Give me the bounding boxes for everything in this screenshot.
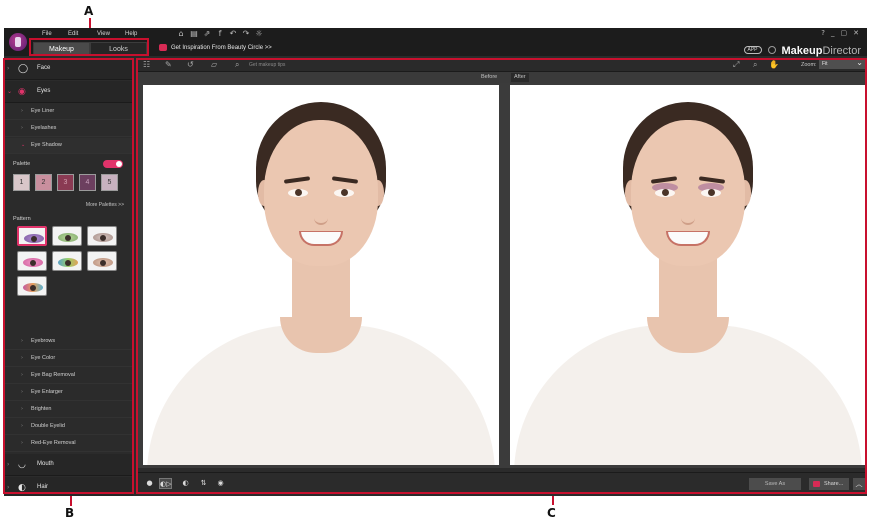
- facebook-icon[interactable]: f: [215, 29, 225, 39]
- settings-icon[interactable]: ☼: [254, 29, 264, 39]
- callout-box-a: [29, 38, 149, 56]
- brand: APP MakeupDirector: [743, 41, 861, 59]
- help-icon[interactable]: ?: [821, 29, 825, 37]
- menu-view[interactable]: View: [97, 31, 110, 37]
- quick-toolbar: ⌂ ▤ ⇗ f ↶ ↷ ☼: [176, 29, 264, 39]
- callout-box-c: [136, 58, 867, 494]
- menu-help[interactable]: Help: [125, 31, 137, 37]
- redo-icon[interactable]: ↷: [241, 29, 251, 39]
- brand-circle-icon: [767, 46, 776, 54]
- app-logo-icon: [9, 33, 27, 51]
- brand-name-bold: Makeup: [781, 45, 823, 57]
- menu-file[interactable]: File: [42, 31, 52, 37]
- beauty-circle-icon: [159, 44, 167, 51]
- callout-b: B: [65, 506, 75, 520]
- callout-a: A: [84, 4, 94, 18]
- window-controls: ? _ ▢ ✕: [821, 29, 859, 37]
- restore-icon[interactable]: ▢: [841, 29, 848, 37]
- beauty-circle-text: Get Inspiration From Beauty Circle >>: [171, 44, 272, 51]
- beauty-circle-link[interactable]: Get Inspiration From Beauty Circle >>: [159, 44, 272, 51]
- app-badge[interactable]: APP: [743, 46, 762, 54]
- save-icon[interactable]: ▤: [189, 29, 199, 39]
- menu-edit[interactable]: Edit: [68, 31, 78, 37]
- brand-name-light: Director: [822, 45, 861, 57]
- callout-box-b: [3, 58, 134, 494]
- share-icon[interactable]: ⇗: [202, 29, 212, 39]
- minimize-icon[interactable]: _: [831, 29, 835, 37]
- callout-c: C: [547, 506, 556, 520]
- close-icon[interactable]: ✕: [853, 29, 859, 37]
- home-icon[interactable]: ⌂: [176, 29, 186, 39]
- undo-icon[interactable]: ↶: [228, 29, 238, 39]
